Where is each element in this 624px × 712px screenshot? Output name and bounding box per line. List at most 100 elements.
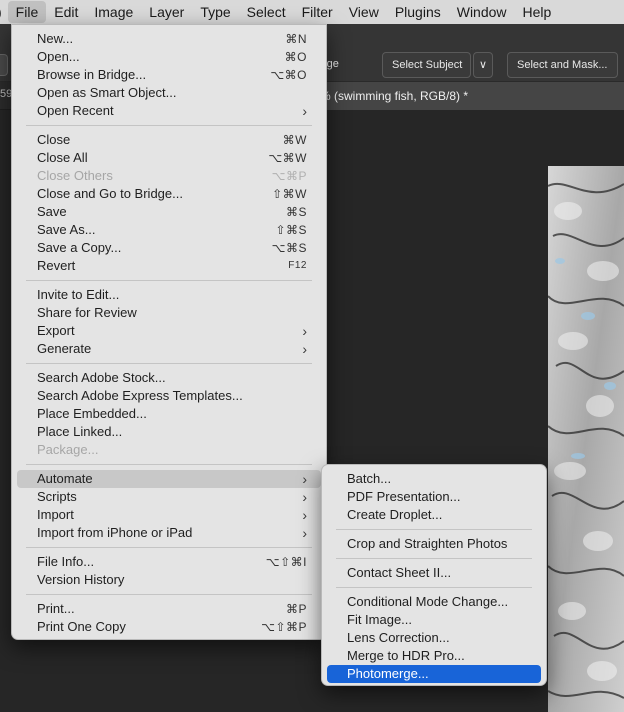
shortcut-label: ⌘O [284,50,307,64]
menu-bar-plugins[interactable]: Plugins [387,1,449,23]
file-menu-item-browse-in-bridge[interactable]: Browse in Bridge... ⌥⌘O [17,66,321,84]
shortcut-label: ⌘S [285,205,307,219]
menu-bar-help[interactable]: Help [515,1,560,23]
file-menu-item-save-as[interactable]: Save As... ⇧⌘S [17,221,321,239]
file-menu-item-file-info[interactable]: File Info... ⌥⇧⌘I [17,553,321,571]
shortcut-label: ⌥⌘S [271,241,307,255]
menu-bar-select[interactable]: Select [239,1,294,23]
menu-item-label: Close Others [37,168,113,183]
menu-item-label: Automate [37,471,93,486]
chevron-right-icon: › [302,471,307,487]
automate-item-fit-image[interactable]: Fit Image... [327,611,541,629]
chevron-right-icon: › [302,489,307,505]
menu-item-label: Import [37,507,74,522]
file-menu-item-close-and-go-to-bridge[interactable]: Close and Go to Bridge... ⇧⌘W [17,185,321,203]
file-menu-item-search-adobe-stock[interactable]: Search Adobe Stock... [17,369,321,387]
menu-item-label: Print... [37,601,75,616]
canvas-artwork [548,166,624,712]
menu-separator [336,587,532,588]
file-menu-item-revert[interactable]: Revert F12 [17,257,321,275]
shortcut-label: ⌥⌘P [271,169,307,183]
file-menu-item-open-recent[interactable]: Open Recent › [17,102,321,120]
menu-item-label: PDF Presentation... [347,489,461,504]
file-menu-item-import-from-iphone-or-ipad[interactable]: Import from iPhone or iPad › [17,524,321,542]
menu-item-label: Invite to Edit... [37,287,120,302]
file-menu-item-place-linked[interactable]: Place Linked... [17,423,321,441]
menu-bar-image[interactable]: Image [86,1,141,23]
menu-separator [26,547,312,548]
file-menu-item-open-as-smart-object[interactable]: Open as Smart Object... [17,84,321,102]
menu-separator [336,529,532,530]
file-menu-item-import[interactable]: Import › [17,506,321,524]
automate-item-batch[interactable]: Batch... [327,470,541,488]
shortcut-label: ⌥⇧⌘P [261,620,307,634]
menu-item-label: Place Linked... [37,424,123,439]
file-menu-item-close[interactable]: Close ⌘W [17,131,321,149]
menu-bar-type[interactable]: Type [192,1,238,23]
menu-item-label: Contact Sheet II... [347,565,452,580]
file-menu-item-scripts[interactable]: Scripts › [17,488,321,506]
chevron-down-icon[interactable]: ∨ [473,52,493,78]
menu-separator [26,125,312,126]
file-menu-item-print-one-copy[interactable]: Print One Copy ⌥⇧⌘P [17,618,321,636]
menu-item-label: Batch... [347,471,392,486]
shortcut-label: ⌘N [285,32,307,46]
menu-bar-layer[interactable]: Layer [141,1,192,23]
automate-item-contact-sheet-ii[interactable]: Contact Sheet II... [327,564,541,582]
menu-item-label: Close and Go to Bridge... [37,186,183,201]
shortcut-label: ⌥⌘W [268,151,307,165]
document-canvas[interactable] [548,166,624,712]
automate-item-lens-correction[interactable]: Lens Correction... [327,629,541,647]
menu-bar-filter[interactable]: Filter [294,1,341,23]
menu-item-label: Fit Image... [347,612,413,627]
select-and-mask-button[interactable]: Select and Mask... [507,52,618,78]
file-menu-item-close-all[interactable]: Close All ⌥⌘W [17,149,321,167]
automate-item-create-droplet[interactable]: Create Droplet... [327,506,541,524]
file-menu-item-print[interactable]: Print... ⌘P [17,600,321,618]
menu-item-label: File Info... [37,554,95,569]
file-menu-item-version-history[interactable]: Version History [17,571,321,589]
shortcut-label: F12 [288,260,307,271]
file-menu-item-export[interactable]: Export › [17,322,321,340]
menu-item-label: Photomerge... [347,666,429,681]
shortcut-label: ⌥⇧⌘I [265,555,307,569]
menu-item-label: Open as Smart Object... [37,85,177,100]
file-menu-item-save-a-copy[interactable]: Save a Copy... ⌥⌘S [17,239,321,257]
menu-bar-view[interactable]: View [341,1,387,23]
file-menu-item-generate[interactable]: Generate › [17,340,321,358]
automate-item-photomerge[interactable]: Photomerge... [327,665,541,683]
menu-bar-edit[interactable]: Edit [46,1,86,23]
menu-item-label: Save a Copy... [37,240,122,255]
menu-item-label: Place Embedded... [37,406,147,421]
file-menu-item-search-adobe-express-templates[interactable]: Search Adobe Express Templates... [17,387,321,405]
file-menu-item-automate[interactable]: Automate › [17,470,321,488]
file-menu-item-share-for-review[interactable]: Share for Review [17,304,321,322]
menu-separator [26,594,312,595]
file-menu-item-package: Package... [17,441,321,459]
automate-item-pdf-presentation[interactable]: PDF Presentation... [327,488,541,506]
file-menu-item-close-others: Close Others ⌥⌘P [17,167,321,185]
file-menu-item-invite-to-edit[interactable]: Invite to Edit... [17,286,321,304]
automate-item-merge-to-hdr-pro[interactable]: Merge to HDR Pro... [327,647,541,665]
tool-option-chip[interactable] [0,54,8,76]
automate-submenu: Batch... PDF Presentation... Create Drople… [321,464,547,686]
menu-item-label: Save [37,204,67,219]
document-tab[interactable]: % (swimming fish, RGB/8) * [318,82,624,110]
file-menu-item-place-embedded[interactable]: Place Embedded... [17,405,321,423]
automate-item-conditional-mode-change[interactable]: Conditional Mode Change... [327,593,541,611]
chevron-right-icon: › [302,323,307,339]
menu-item-label: Merge to HDR Pro... [347,648,465,663]
menu-separator [26,363,312,364]
menu-item-label: Package... [37,442,99,457]
file-menu-item-new[interactable]: New... ⌘N [17,30,321,48]
menu-item-label: Save As... [37,222,96,237]
file-menu-item-save[interactable]: Save ⌘S [17,203,321,221]
menu-item-label: Close [37,132,71,147]
select-subject-button[interactable]: Select Subject [382,52,471,78]
menu-bar-file[interactable]: File [7,1,47,23]
menu-bar-window[interactable]: Window [449,1,515,23]
file-menu-item-open[interactable]: Open... ⌘O [17,48,321,66]
menu-item-label: Open Recent [37,103,114,118]
menu-item-label: Lens Correction... [347,630,450,645]
automate-item-crop-and-straighten-photos[interactable]: Crop and Straighten Photos [327,535,541,553]
